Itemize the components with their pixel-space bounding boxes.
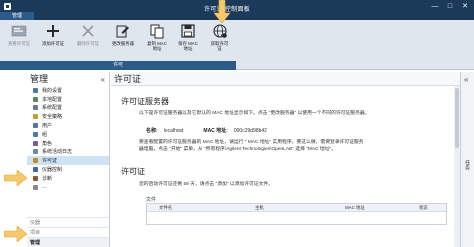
ribbon-group-license: 许可 xyxy=(0,61,236,70)
sidebar-item[interactable]: 我的设置 xyxy=(27,86,109,95)
sidebar-item[interactable]: 角色 xyxy=(27,139,109,148)
sidebar-item-label: 诊断 xyxy=(42,175,53,182)
sidebar: 管理 « 我的设置本地配置系统配置安全策略用户组角色系统活动日志 许可证仪器控制诊… xyxy=(27,72,110,247)
sidebar-item[interactable]: 用户 xyxy=(27,121,109,130)
sidebar-item[interactable]: 仪器控制 xyxy=(27,165,109,174)
column-mac[interactable]: MAC 地址 xyxy=(345,205,365,211)
page-title: 许可证 xyxy=(111,72,460,86)
close-button[interactable]: ✕ xyxy=(460,3,470,11)
annotation-arrow-right-icon-bottom xyxy=(4,226,28,242)
sidebar-bottom-nav: 仪器 项目 管理 xyxy=(27,217,109,247)
sidebar-item-label: 系统活动日志 xyxy=(42,149,73,156)
sidebar-item-icon xyxy=(33,175,38,181)
sidebar-item-icon xyxy=(33,123,38,129)
license-server-title: 许可证服务器 xyxy=(121,97,169,106)
app-logo-icon xyxy=(4,3,11,10)
plus-icon xyxy=(47,25,59,37)
files-label: 文件 xyxy=(146,197,157,203)
sidebar-item-icon xyxy=(33,184,38,190)
sidebar-item[interactable]: 组 xyxy=(27,130,109,139)
sidebar-item-label: 角色 xyxy=(42,140,53,147)
sidebar-item-icon xyxy=(33,105,38,111)
task-pane-label: 任务 xyxy=(464,160,470,170)
sidebar-item-icon xyxy=(33,87,38,93)
nav-administration[interactable]: 管理 xyxy=(27,237,109,247)
delete-license-button[interactable]: 删除许可证 xyxy=(71,22,105,59)
sidebar-item-label: 本地配置 xyxy=(42,96,63,103)
main-panel: 许可证 许可证服务器 以下是许可证服务器以及它默认的 MAC 地址显示如下。点击… xyxy=(111,72,460,247)
add-license-button[interactable]: 添加许可证 xyxy=(36,22,70,59)
table-header: 文件名 主机 MAC 地址 状态 xyxy=(147,204,446,212)
sidebar-item-icon xyxy=(33,140,38,146)
column-status[interactable]: 状态 xyxy=(419,205,428,211)
nav-projects[interactable]: 项目 xyxy=(27,227,109,237)
save-icon xyxy=(181,24,195,38)
sidebar-item-label: … xyxy=(42,184,47,191)
sidebar-item-label: 安全策略 xyxy=(42,114,63,121)
change-server-button[interactable]: 更改服务器 xyxy=(106,22,140,59)
sidebar-item-label: 我的设置 xyxy=(42,87,63,94)
title-bar: 管理 许可证 控制面板 — □ ✕ xyxy=(0,0,474,20)
expand-chevron-icon[interactable]: « xyxy=(464,75,468,84)
sidebar-item[interactable]: 许可证 xyxy=(27,156,109,166)
edit-pencil-icon xyxy=(116,25,129,38)
copy-icon xyxy=(150,24,164,39)
nav-instruments[interactable]: 仪器 xyxy=(27,217,109,227)
server-name-label: 名称: xyxy=(146,128,158,134)
task-pane-collapsed[interactable]: « 任务 xyxy=(460,72,474,247)
get-license-button[interactable]: 获取许可 证 xyxy=(205,22,234,59)
mac-hint-line1: 要查看配置的许可证服务器的 MAC 地址，请运行 " MAC 地址" 实用程序。… xyxy=(139,140,364,145)
sidebar-item-icon xyxy=(33,96,38,102)
sidebar-title: 管理 « xyxy=(27,72,109,86)
license-desc: 您的启动许可证还剩 59 天，请点击 "添加" 以添加许可证文件。 xyxy=(139,182,273,187)
sidebar-item[interactable]: 本地配置 xyxy=(27,95,109,104)
maximize-button[interactable]: □ xyxy=(445,3,455,11)
annotation-arrow-down-icon xyxy=(214,0,230,24)
license-files-table: 文件名 主机 MAC 地址 状态 xyxy=(146,203,447,225)
sidebar-item-label: 仪器控制 xyxy=(42,167,63,174)
sidebar-item-icon xyxy=(33,158,38,164)
mac-hint-line2: 器电脑，点击 "开始" 菜单，从 "所有程序\Agilent Technolog… xyxy=(139,147,336,152)
sidebar-item[interactable]: 系统活动日志 xyxy=(27,148,109,157)
sidebar-item[interactable]: 系统配置 xyxy=(27,104,109,113)
sidebar-item-label: 系统配置 xyxy=(42,105,63,112)
sidebar-item-icon xyxy=(33,167,38,173)
license-view-icon xyxy=(11,25,27,37)
column-filename[interactable]: 文件名 xyxy=(159,205,172,211)
sidebar-item-label: 许可证 xyxy=(42,158,58,165)
tab-manage[interactable]: 管理 xyxy=(0,12,34,20)
view-license-button[interactable]: 查看许可证 xyxy=(3,22,35,59)
license-server-desc: 以下是许可证服务器以及它默认的 MAC 地址显示如下。点击 "更改服务器" 以使… xyxy=(139,111,370,116)
sidebar-item[interactable]: 安全策略 xyxy=(27,112,109,121)
ribbon: 查看许可证 添加许可证 删除许可证 更改服务器 复制 MAC 地址 保存 MAC… xyxy=(0,20,474,70)
server-name-value: localhost xyxy=(163,127,184,134)
server-info: 名称: localhost MAC 地址: 000c29d98b42 xyxy=(146,127,267,135)
sidebar-item-label: 用户 xyxy=(42,123,53,130)
column-host[interactable]: 主机 xyxy=(255,205,264,211)
sidebar-collapse-icon[interactable]: « xyxy=(101,73,105,87)
globe-icon xyxy=(212,24,227,38)
delete-x-icon xyxy=(82,25,94,37)
sidebar-item-label: 组 xyxy=(42,131,48,138)
sidebar-item[interactable]: 诊断 xyxy=(27,174,109,183)
sidebar-item-icon xyxy=(33,131,38,137)
sidebar-item[interactable]: … xyxy=(27,183,109,192)
license-section-title: 许可证 xyxy=(121,167,145,176)
mac-address-label: MAC 地址: xyxy=(203,128,228,134)
save-mac-button[interactable]: 保存 MAC 地址 xyxy=(174,22,202,59)
sidebar-item-icon xyxy=(33,149,38,155)
mac-address-value: 000c29d98b42 xyxy=(233,127,267,134)
minimize-button[interactable]: — xyxy=(430,3,440,11)
sidebar-item-icon xyxy=(33,114,38,120)
annotation-arrow-right-icon xyxy=(4,170,28,186)
copy-mac-button[interactable]: 复制 MAC 地址 xyxy=(143,22,171,59)
